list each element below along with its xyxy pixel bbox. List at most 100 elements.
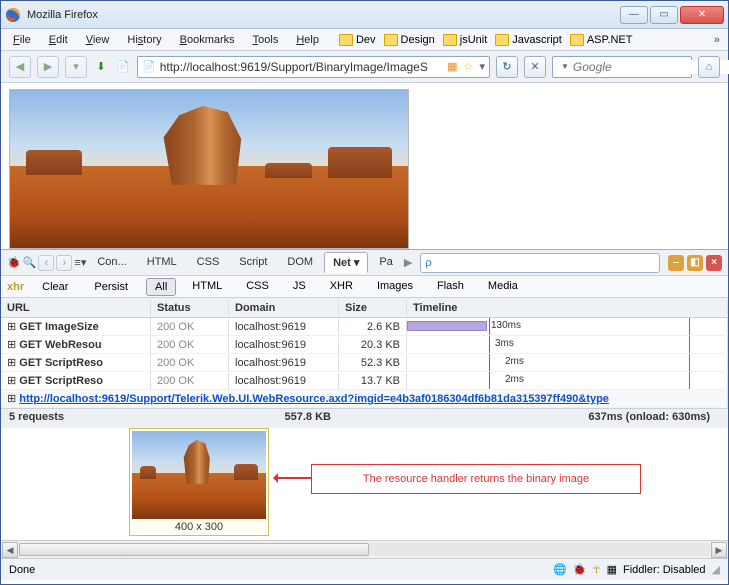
net-summary: 5 requests 557.8 KB 637ms (onload: 630ms… <box>1 408 728 428</box>
net-row[interactable]: ⊞ GET ScriptReso200 OKlocalhost:961913.7… <box>1 372 728 390</box>
firebug-icon[interactable]: 🐞 <box>7 256 21 269</box>
nav-toolbar: ◀ ▶ ▾ ⬇ 📄 📄 ▦ ☆ ▾ ↻ ✕ ▼ 🔍 ⌂ <box>1 51 728 83</box>
annotation-text: The resource handler returns the binary … <box>363 473 589 485</box>
col-size[interactable]: Size <box>339 300 407 316</box>
net-header: URL Status Domain Size Timeline <box>1 298 728 318</box>
scroll-left-icon[interactable]: ◀ <box>2 542 18 558</box>
net-filter[interactable]: All <box>146 278 176 296</box>
net-row-link[interactable]: ⊞ http://localhost:9619/Support/Telerik.… <box>1 390 728 408</box>
menu-edit[interactable]: Edit <box>45 32 72 48</box>
menu-help[interactable]: Help <box>292 32 323 48</box>
net-row[interactable]: ⊞ GET ScriptReso200 OKlocalhost:961952.3… <box>1 354 728 372</box>
download-icon[interactable]: ⬇ <box>93 59 109 75</box>
folder-icon <box>339 34 353 46</box>
image-preview: 400 x 300 <box>129 428 269 536</box>
devtools-tab[interactable]: Pa <box>370 252 401 273</box>
url-bar[interactable]: 📄 ▦ ☆ ▾ <box>137 56 490 78</box>
fiddler-icon[interactable]: ▦ <box>607 563 617 576</box>
devtools-min-icon[interactable]: ‒ <box>668 255 684 271</box>
devtools-search[interactable]: ρ <box>420 253 660 273</box>
back-button[interactable]: ◀ <box>9 56 31 78</box>
url-input[interactable] <box>160 60 443 74</box>
net-filter[interactable]: XHR <box>322 278 361 296</box>
rss-icon[interactable]: ▦ <box>447 60 457 73</box>
summary-time: 637ms (onload: 630ms) <box>339 409 728 428</box>
menu-history[interactable]: History <box>123 32 165 48</box>
net-row[interactable]: ⊞ GET ImageSize200 OKlocalhost:96192.6 K… <box>1 318 728 336</box>
h-scrollbar[interactable]: ◀ ▶ <box>1 540 728 558</box>
menu-file[interactable]: File <box>9 32 35 48</box>
menu-icon[interactable]: ≡▾ <box>74 256 86 269</box>
firefox-icon <box>5 7 21 23</box>
bookmark-folder[interactable]: Javascript <box>495 34 562 46</box>
bug-icon[interactable]: 🐞 <box>573 563 587 576</box>
bookmark-folder[interactable]: Dev <box>339 34 376 46</box>
ankh-icon[interactable]: ☥ <box>592 563 600 576</box>
net-action[interactable]: Clear <box>34 279 76 295</box>
menu-view[interactable]: View <box>82 32 114 48</box>
min-button[interactable]: — <box>620 6 648 24</box>
status-bar: Done 🌐 🐞 ☥ ▦ Fiddler: Disabled ◢ <box>1 558 728 580</box>
window-title: Mozilla Firefox <box>27 9 620 21</box>
net-filter[interactable]: JS <box>285 278 314 296</box>
url-dropdown-icon[interactable]: ▾ <box>479 60 485 73</box>
menubar: File Edit View History Bookmarks Tools H… <box>1 29 728 51</box>
preview-caption: 400 x 300 <box>132 519 266 533</box>
page-icon[interactable]: 📄 <box>115 59 131 75</box>
recent-button[interactable]: ▾ <box>65 56 87 78</box>
max-button[interactable]: ▭ <box>650 6 678 24</box>
net-row[interactable]: ⊞ GET WebResou200 OKlocalhost:961920.3 K… <box>1 336 728 354</box>
devtools-search-input[interactable] <box>432 257 655 269</box>
site-icon: 📄 <box>142 60 156 73</box>
search-dropdown-icon[interactable]: ▼ <box>561 62 569 71</box>
fwd-button[interactable]: ▶ <box>37 56 59 78</box>
bookmark-folder[interactable]: jsUnit <box>443 34 488 46</box>
devtools-tab[interactable]: Script <box>230 252 276 273</box>
resize-grip-icon[interactable]: ◢ <box>712 563 720 576</box>
net-filter-bar: xhr Clear Persist All HTML CSS JS XHR Images Fl… <box>1 276 728 298</box>
devtools-close-icon[interactable]: × <box>706 255 722 271</box>
dt-back[interactable]: ‹ <box>38 255 54 271</box>
dt-fwd[interactable]: › <box>56 255 72 271</box>
globe-icon[interactable]: 🌐 <box>553 563 567 576</box>
devtools-tab[interactable]: Con... <box>88 252 135 273</box>
bookmark-folder[interactable]: ASP.NET <box>570 34 633 46</box>
reload-button[interactable]: ↻ <box>496 56 518 78</box>
col-url[interactable]: URL <box>1 300 151 316</box>
devtools-popout-icon[interactable]: ◧ <box>687 255 703 271</box>
arrow-icon <box>274 477 312 479</box>
fiddler-status: Fiddler: Disabled <box>623 564 706 576</box>
home-button[interactable]: ⌂ <box>698 56 720 78</box>
devtools-tab[interactable]: HTML <box>138 252 186 273</box>
resource-link[interactable]: http://localhost:9619/Support/Telerik.We… <box>19 393 609 405</box>
devtools-tab[interactable]: Net ▾ <box>324 252 368 273</box>
net-filter[interactable]: Images <box>369 278 421 296</box>
net-filter[interactable]: CSS <box>238 278 277 296</box>
bookmark-folder[interactable]: Design <box>384 34 435 46</box>
devtools-tab[interactable]: CSS <box>188 252 229 273</box>
scroll-right-icon[interactable]: ▶ <box>711 542 727 558</box>
net-filter[interactable]: HTML <box>184 278 230 296</box>
xhr-toggle[interactable]: xhr <box>7 281 24 293</box>
scroll-thumb[interactable] <box>19 543 369 556</box>
col-domain[interactable]: Domain <box>229 300 339 316</box>
folder-icon <box>570 34 584 46</box>
inspect-icon[interactable]: 🔍 <box>23 256 37 269</box>
devtools-tabs: 🐞 🔍 ‹ › ≡▾ Con...HTMLCSSScriptDOMNet ▾Pa… <box>1 250 728 276</box>
stop-button[interactable]: ✕ <box>524 56 546 78</box>
close-button[interactable]: ✕ <box>680 6 724 24</box>
net-filter[interactable]: Media <box>480 278 526 296</box>
bookmark-overflow-icon[interactable]: » <box>714 34 720 46</box>
star-icon[interactable]: ☆ <box>461 60 475 74</box>
page-content <box>1 83 728 249</box>
net-filter[interactable]: Flash <box>429 278 472 296</box>
col-timeline[interactable]: Timeline <box>407 300 728 316</box>
tabs-scroll-icon[interactable]: ▶ <box>404 256 412 269</box>
col-status[interactable]: Status <box>151 300 229 316</box>
search-bar[interactable]: ▼ 🔍 <box>552 56 692 78</box>
devtools-tab[interactable]: DOM <box>278 252 322 273</box>
menu-bookmarks[interactable]: Bookmarks <box>176 32 239 48</box>
menu-tools[interactable]: Tools <box>249 32 283 48</box>
folder-icon <box>495 34 509 46</box>
net-action[interactable]: Persist <box>86 279 136 295</box>
